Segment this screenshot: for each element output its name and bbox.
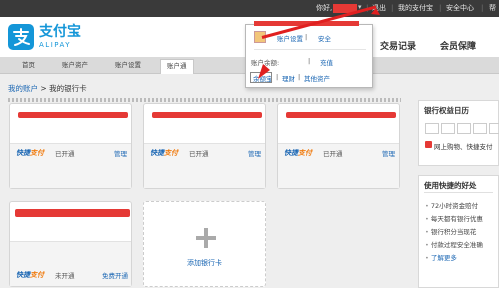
arrow-head-icon xyxy=(258,8,380,79)
